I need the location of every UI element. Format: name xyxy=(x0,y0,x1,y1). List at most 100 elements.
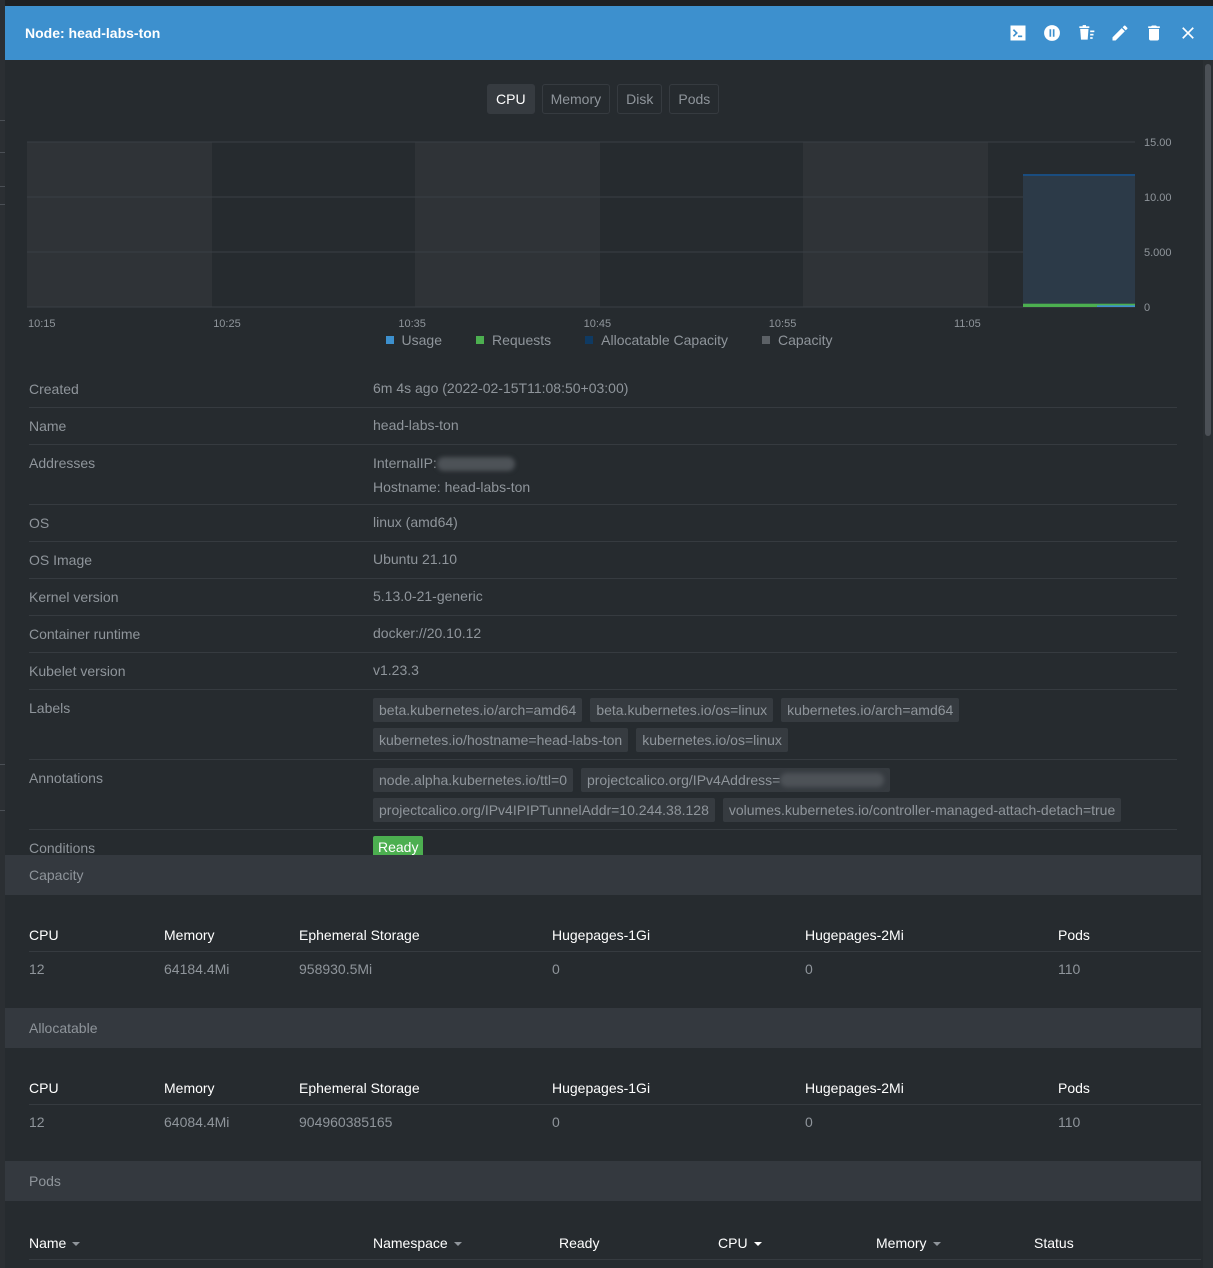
column-header-status[interactable]: Status xyxy=(1034,1235,1201,1251)
drawer-scrollbar[interactable] xyxy=(1203,60,1213,1268)
close-icon[interactable] xyxy=(1177,22,1199,44)
tab-memory[interactable]: Memory xyxy=(541,84,611,114)
column-header-label: Name xyxy=(29,1234,67,1251)
x-tick-label: 10:45 xyxy=(584,318,612,330)
detail-label: OS Image xyxy=(29,552,93,568)
column-header: Hugepages-1Gi xyxy=(552,926,651,943)
annotation-badge: projectcalico.org/IPv4Address= xyxy=(580,768,891,792)
x-tick-label: 10:25 xyxy=(213,318,241,330)
legend-usage-swatch xyxy=(385,336,394,344)
detail-value: Ubuntu 21.10 xyxy=(373,551,458,567)
sort-caret-icon xyxy=(932,1241,941,1246)
column-header-namespace[interactable]: Namespace xyxy=(373,1235,559,1251)
detail-name: Name head-labs-ton xyxy=(29,408,1177,445)
allocatable-table: CPU Memory Ephemeral Storage Hugepages-1… xyxy=(29,1071,1201,1139)
table-cell: 64184.4Mi xyxy=(164,961,230,977)
detail-created: Created 6m 4s ago (2022-02-15T11:08:50+0… xyxy=(29,371,1177,408)
allocatable-section-title: Allocatable xyxy=(5,1008,1201,1048)
detail-value: 5.13.0-21-generic xyxy=(373,588,483,604)
tab-pods[interactable]: Pods xyxy=(669,84,720,114)
column-header: CPU xyxy=(29,926,59,943)
legend-allocatable-swatch xyxy=(585,336,594,344)
table-cell: 0 xyxy=(552,1114,560,1130)
legend-requests[interactable]: Requests xyxy=(475,332,552,348)
table-cell: 64084.4Mi xyxy=(164,1114,230,1130)
detail-annotations: Annotations node.alpha.kubernetes.io/ttl… xyxy=(29,760,1177,830)
detail-label: Addresses xyxy=(29,455,96,471)
legend-usage[interactable]: Usage xyxy=(385,332,442,348)
label-badge: kubernetes.io/os=linux xyxy=(636,728,788,752)
sort-caret-icon xyxy=(72,1241,81,1246)
table-cell: 0 xyxy=(805,961,813,977)
column-header-name[interactable]: Name xyxy=(29,1235,373,1251)
annotation-badge: projectcalico.org/IPv4IPIPTunnelAddr=10.… xyxy=(373,798,715,822)
table-cell: 958930.5Mi xyxy=(299,961,373,977)
detail-label: Name xyxy=(29,418,67,434)
tab-disk[interactable]: Disk xyxy=(617,84,663,114)
drawer-header: Node: head-labs-ton xyxy=(5,6,1213,60)
edit-icon[interactable] xyxy=(1109,22,1131,44)
detail-label: Created xyxy=(29,381,79,397)
pause-circle-icon[interactable] xyxy=(1041,22,1063,44)
legend-capacity-label: Capacity xyxy=(778,332,833,348)
column-header-label: CPU xyxy=(718,1234,748,1251)
tab-cpu[interactable]: CPU xyxy=(487,84,535,114)
cpu-chart: 15.00 10.00 5.000 0 10:15 10:25 10:35 10:45 10:… xyxy=(27,137,1172,330)
label-badge: beta.kubernetes.io/os=linux xyxy=(590,698,774,722)
x-tick-label: 10:55 xyxy=(769,318,797,330)
legend-allocatable[interactable]: Allocatable Capacity xyxy=(585,332,728,348)
capacity-table: CPU Memory Ephemeral Storage Hugepages-1… xyxy=(29,918,1201,986)
column-header-label: Namespace xyxy=(373,1234,448,1251)
legend-capacity[interactable]: Capacity xyxy=(762,332,832,348)
annotation-badge-text: projectcalico.org/IPv4Address= xyxy=(586,772,781,788)
detail-labels: Labels beta.kubernetes.io/arch=amd64 bet… xyxy=(29,690,1177,760)
x-tick-label: 10:15 xyxy=(28,318,56,330)
table-cell: 904960385165 xyxy=(299,1114,393,1130)
table-cell: 110 xyxy=(1058,961,1081,977)
usage-bar xyxy=(1097,305,1135,307)
legend-allocatable-label: Allocatable Capacity xyxy=(601,332,728,348)
detail-value: linux (amd64) xyxy=(373,514,458,530)
y-tick-label: 10.00 xyxy=(1144,192,1172,204)
table-header-row: CPU Memory Ephemeral Storage Hugepages-1… xyxy=(29,918,1201,952)
table-header-row: CPU Memory Ephemeral Storage Hugepages-1… xyxy=(29,1071,1201,1105)
y-tick-label: 5.000 xyxy=(1144,247,1172,259)
sort-caret-icon xyxy=(753,1241,762,1246)
column-header-cpu[interactable]: CPU xyxy=(718,1235,876,1251)
chart-time-band xyxy=(27,142,212,307)
terminal-icon[interactable] xyxy=(1007,22,1029,44)
column-header-label: Status xyxy=(1034,1234,1074,1251)
table-cell: 12 xyxy=(29,961,45,977)
detail-value: v1.23.3 xyxy=(373,662,419,678)
column-header-ready[interactable]: Ready xyxy=(559,1235,718,1251)
x-tick-label: 10:35 xyxy=(398,318,426,330)
chart-legend: Usage Requests Allocatable Capacity Capa… xyxy=(5,332,1213,348)
y-tick-label: 0 xyxy=(1144,302,1150,314)
annotation-badge: node.alpha.kubernetes.io/ttl=0 xyxy=(373,768,573,792)
column-header: Hugepages-2Mi xyxy=(805,1079,904,1096)
sort-caret-icon xyxy=(453,1241,462,1246)
label-badge: kubernetes.io/hostname=head-labs-ton xyxy=(373,728,629,752)
detail-label: Kernel version xyxy=(29,589,119,605)
label-badge: kubernetes.io/arch=amd64 xyxy=(781,698,960,722)
label-badge: beta.kubernetes.io/arch=amd64 xyxy=(373,698,583,722)
y-tick-label: 15.00 xyxy=(1144,137,1172,149)
detail-label: OS xyxy=(29,515,50,531)
legend-requests-label: Requests xyxy=(491,332,552,348)
table-row: 12 64184.4Mi 958930.5Mi 0 0 110 xyxy=(29,952,1201,986)
detail-os-image: OS Image Ubuntu 21.10 xyxy=(29,542,1177,579)
pods-table: Name Namespace Ready CPU Memory Status xyxy=(29,1226,1201,1260)
column-header: Ephemeral Storage xyxy=(299,1079,420,1096)
detail-label: Kubelet version xyxy=(29,663,126,679)
column-header-memory[interactable]: Memory xyxy=(876,1235,1034,1251)
column-header: Ephemeral Storage xyxy=(299,926,420,943)
drain-icon[interactable] xyxy=(1075,22,1097,44)
drawer-title: Node: head-labs-ton xyxy=(25,25,161,41)
column-header-label: Memory xyxy=(876,1234,927,1251)
delete-icon[interactable] xyxy=(1143,22,1165,44)
node-details-drawer: Node: head-labs-ton CPU Memory Disk Pods… xyxy=(5,6,1213,1268)
scrollbar-thumb[interactable] xyxy=(1205,64,1211,436)
metrics-tabs: CPU Memory Disk Pods xyxy=(487,84,720,114)
legend-capacity-swatch xyxy=(762,336,770,344)
detail-value: docker://20.10.12 xyxy=(373,625,482,641)
